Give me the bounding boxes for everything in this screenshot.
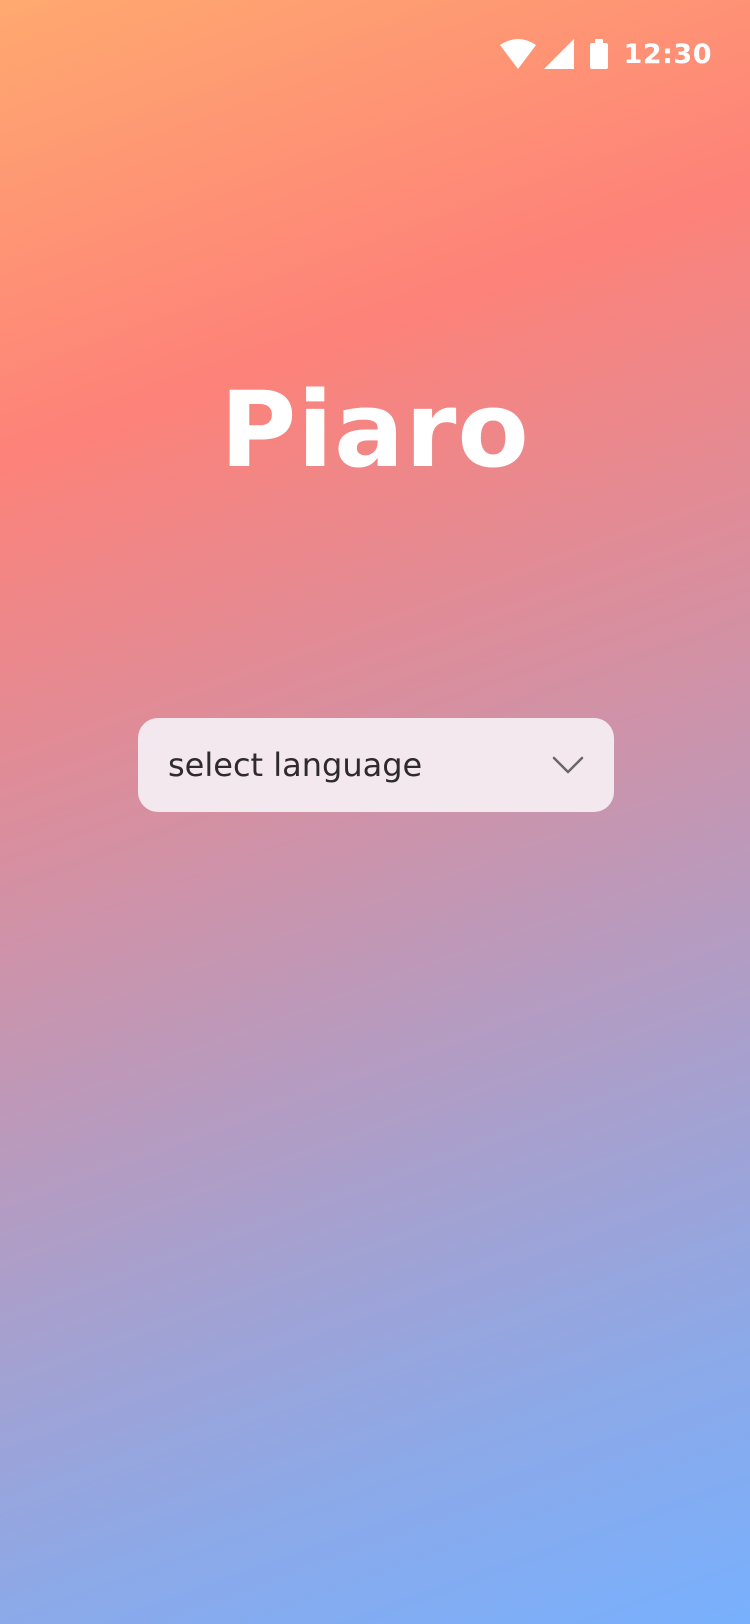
language-select-label: select language	[168, 746, 423, 784]
status-bar: 12:30	[499, 34, 712, 74]
wifi-icon	[499, 39, 536, 69]
status-time: 12:30	[623, 38, 712, 70]
signal-icon	[543, 39, 574, 69]
chevron-down-icon	[552, 756, 584, 774]
app-logo: Piaro	[220, 369, 530, 491]
language-select[interactable]: select language	[138, 718, 614, 812]
battery-icon	[589, 39, 608, 69]
welcome-screen: 12:30 Piaro select language	[0, 0, 750, 1624]
